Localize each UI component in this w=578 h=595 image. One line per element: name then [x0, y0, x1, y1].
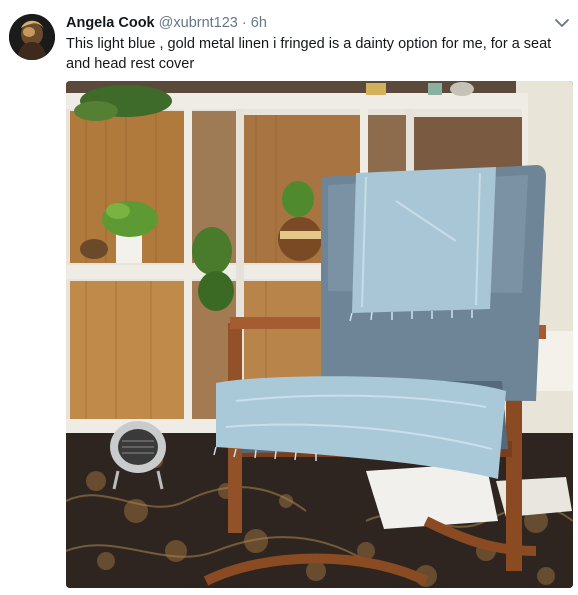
tweet: Angela Cook @xubrnt123 · 6h This light b… — [0, 0, 578, 595]
author-name[interactable]: Angela Cook — [66, 15, 155, 31]
chevron-down-icon[interactable] — [554, 16, 570, 30]
meta-separator: · — [241, 15, 247, 31]
avatar[interactable] — [9, 14, 55, 60]
tweet-timestamp[interactable]: 6h — [251, 15, 267, 31]
tweet-text: This light blue , gold metal linen i fri… — [66, 36, 552, 72]
tweet-header: Angela Cook @xubrnt123 · 6h — [66, 14, 267, 32]
author-handle[interactable]: @xubrnt123 — [159, 15, 238, 31]
tweet-photo[interactable] — [66, 81, 573, 588]
